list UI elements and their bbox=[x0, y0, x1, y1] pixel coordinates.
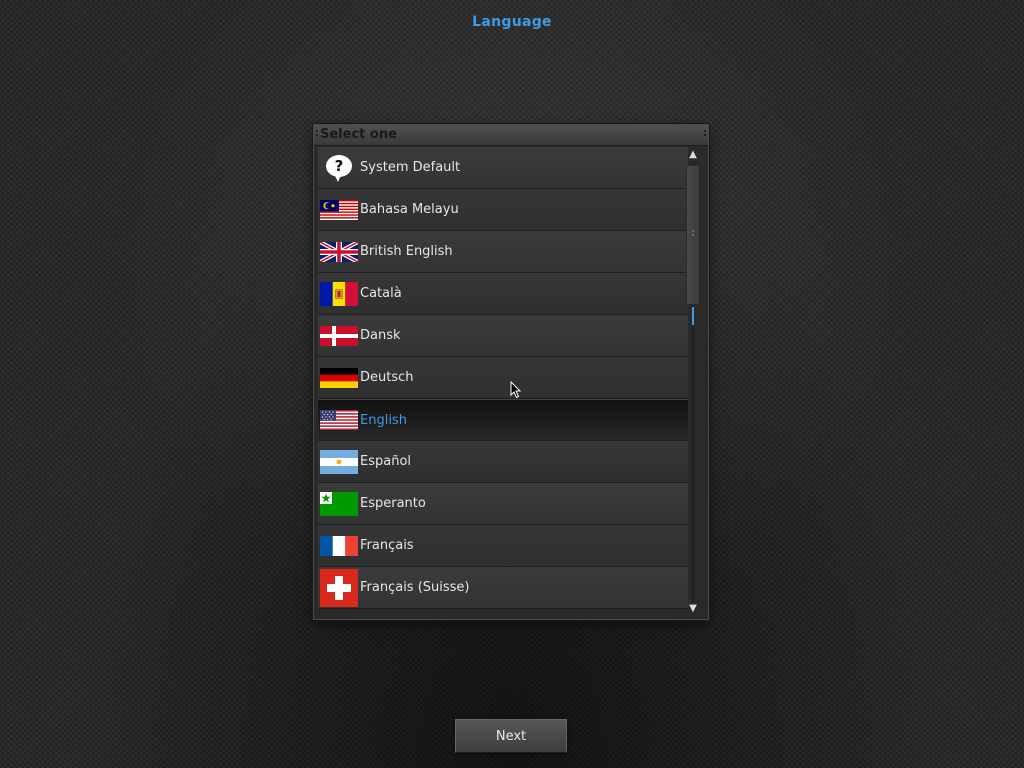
language-item-esperanto[interactable]: Esperanto bbox=[318, 483, 688, 525]
language-item-dansk[interactable]: Dansk bbox=[318, 315, 688, 357]
flag-andorra-icon bbox=[320, 281, 358, 306]
flag-usa-icon bbox=[320, 408, 358, 432]
language-label: Esperanto bbox=[360, 496, 426, 511]
page-title: Language bbox=[472, 14, 552, 30]
language-item-francais[interactable]: Français bbox=[318, 525, 688, 567]
panel-header-label: Select one bbox=[320, 127, 397, 142]
language-label: Français (Suisse) bbox=[360, 580, 470, 595]
language-item-deutsch[interactable]: Deutsch bbox=[318, 357, 688, 399]
flag-esperanto-icon bbox=[320, 491, 358, 516]
language-label: System Default bbox=[360, 160, 461, 175]
language-item-system-default[interactable]: ? System Default bbox=[318, 147, 688, 189]
flag-france-icon bbox=[320, 534, 358, 558]
header-grip-left bbox=[316, 130, 318, 138]
language-list[interactable]: ? System Default Bahasa Melayu British E… bbox=[318, 147, 688, 611]
language-item-bahasa-melayu[interactable]: Bahasa Melayu bbox=[318, 189, 688, 231]
flag-switzerland-icon bbox=[320, 568, 358, 607]
svg-text:?: ? bbox=[335, 157, 344, 175]
flag-malaysia-icon bbox=[320, 198, 358, 222]
language-label: British English bbox=[360, 244, 453, 259]
language-label: English bbox=[360, 412, 407, 428]
flag-uk-icon bbox=[320, 240, 358, 264]
flag-denmark-icon bbox=[320, 324, 358, 348]
language-item-english[interactable]: English bbox=[318, 399, 688, 441]
language-label: Bahasa Melayu bbox=[360, 202, 459, 217]
language-item-espanol[interactable]: Español bbox=[318, 441, 688, 483]
next-button[interactable]: Next bbox=[455, 719, 567, 753]
scroll-position-indicator bbox=[692, 307, 694, 325]
language-item-francais-suisse[interactable]: Français (Suisse) bbox=[318, 567, 688, 609]
list-scrollbar[interactable]: ▲ ▼ bbox=[684, 147, 702, 617]
flag-germany-icon bbox=[320, 366, 358, 390]
language-item-catala[interactable]: Català bbox=[318, 273, 688, 315]
language-label: Deutsch bbox=[360, 370, 414, 385]
help-icon: ? bbox=[320, 154, 358, 182]
language-label: Català bbox=[360, 286, 402, 301]
language-item-british-english[interactable]: British English bbox=[318, 231, 688, 273]
scroll-thumb-grip bbox=[692, 230, 694, 238]
scroll-up-arrow-icon[interactable]: ▲ bbox=[684, 149, 702, 161]
panel-header: Select one bbox=[314, 125, 708, 146]
flag-argentina-icon bbox=[320, 449, 358, 474]
language-label: Français bbox=[360, 538, 414, 553]
mouse-cursor-icon bbox=[510, 381, 522, 399]
language-label: Dansk bbox=[360, 328, 401, 343]
language-label: Español bbox=[360, 454, 412, 469]
language-panel: Select one ? System Default Bahasa Melay… bbox=[313, 124, 709, 620]
scroll-thumb[interactable] bbox=[686, 165, 700, 305]
scroll-down-arrow-icon[interactable]: ▼ bbox=[684, 603, 702, 615]
header-grip-right bbox=[704, 130, 706, 138]
